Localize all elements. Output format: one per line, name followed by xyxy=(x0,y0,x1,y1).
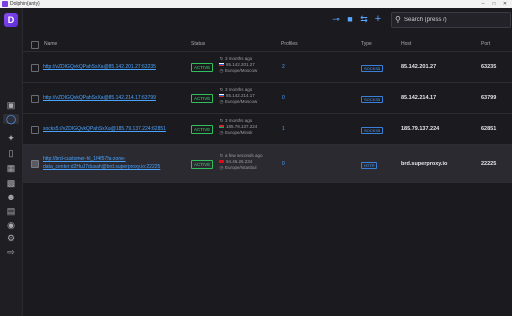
status-badge: ACTIVE xyxy=(191,94,214,103)
timezone: Europe/Istanbul xyxy=(225,165,257,170)
plus-icon[interactable]: + xyxy=(373,14,383,25)
col-status[interactable]: Status xyxy=(191,37,205,51)
automation-icon[interactable]: ✦ xyxy=(5,133,17,143)
clock-icon: ◷ xyxy=(219,165,224,170)
team-icon[interactable]: ☻ xyxy=(5,192,17,202)
timezone: Europe/Moscow xyxy=(225,68,258,73)
row-checkbox[interactable] xyxy=(31,64,39,72)
phone-icon[interactable]: ▯ xyxy=(5,148,17,158)
status-badge: ACTIVE xyxy=(191,63,214,72)
search-icon: ⚲ xyxy=(395,15,401,24)
clock-icon: ◷ xyxy=(219,130,224,135)
table-header: Name Status Profiles Type Host Port xyxy=(22,37,512,52)
status-details: ↻ 3 months ago 85.142.201.27 ◷ Europe/Mosc… xyxy=(219,56,257,74)
row-checkbox[interactable] xyxy=(31,126,39,134)
col-port[interactable]: Port xyxy=(481,37,490,51)
ip-address: 85.142.214.17 xyxy=(226,93,255,98)
port-value: 63235 xyxy=(481,64,497,70)
proxy-type-badge: SOCKS5 xyxy=(361,65,384,72)
table-row[interactable]: socks5://vZDIGQvkQPahSxXa@185.79.137.224… xyxy=(22,114,512,145)
col-profiles[interactable]: Profiles xyxy=(281,37,298,51)
checked-ago: 3 months ago xyxy=(225,118,253,123)
support-icon[interactable]: ◉ xyxy=(5,220,17,230)
timezone: Europe/Minsk xyxy=(225,130,253,135)
table-row[interactable]: http://brd-customer-hl_1f4f57fa-zone- da… xyxy=(22,145,512,183)
settings-icon[interactable]: ⚙ xyxy=(5,233,17,243)
profiles-count[interactable]: 0 xyxy=(282,95,285,101)
port-value: 22225 xyxy=(481,161,497,167)
ip-address: 94.46.26.234 xyxy=(226,159,253,164)
checked-ago: a few seconds ago xyxy=(225,153,263,158)
proxy-name-link[interactable]: socks5://vZDIGQvkQPahSxXa@185.79.137.224… xyxy=(43,126,166,132)
bookmarks-icon[interactable]: ▩ xyxy=(5,178,17,188)
flag-by-icon xyxy=(219,125,224,128)
flag-ru-icon xyxy=(219,63,224,66)
proxy-name-link[interactable]: http://vZDIGQvkQPahSxXa@85.142.214.17:63… xyxy=(43,95,156,101)
port-value: 63799 xyxy=(481,95,497,101)
status-badge: ACTIVE xyxy=(191,160,214,169)
profiles-count[interactable]: 2 xyxy=(282,64,285,70)
row-checkbox[interactable] xyxy=(31,95,39,103)
checked-ago: 3 months ago xyxy=(225,56,253,61)
col-type[interactable]: Type xyxy=(361,37,372,51)
clock-icon: ◷ xyxy=(219,68,224,73)
timezone: Europe/Moscow xyxy=(225,99,258,104)
title-bar: Dolphin{anty} – □ ✕ xyxy=(0,0,512,8)
browser-profiles-icon[interactable]: ▣ xyxy=(5,100,17,110)
search-box[interactable]: ⚲ xyxy=(391,12,511,28)
status-details: ↻ 3 months ago 85.142.214.17 ◷ Europe/Mosc… xyxy=(219,87,257,105)
logout-icon[interactable]: ⇨ xyxy=(5,247,17,257)
proxy-name-link-line1[interactable]: http://brd-customer-hl_1f4f57fa-zone- xyxy=(43,156,126,162)
proxy-name-link[interactable]: http://vZDIGQvkQPahSxXa@85.142.201.27:63… xyxy=(43,64,156,70)
app-icon xyxy=(2,1,8,7)
maximize-icon[interactable]: □ xyxy=(489,0,499,8)
profiles-count[interactable]: 0 xyxy=(282,161,285,167)
toolbar: ⊸ ■ ⇆ + ⚲ xyxy=(22,8,512,30)
sidebar: D ▣ ◯ ✦ ▯ ▦ ▩ ☻ ▤ ◉ ⚙ ⇨ xyxy=(0,8,23,316)
trash-icon[interactable]: ■ xyxy=(345,14,355,24)
host-value: brd.superproxy.io xyxy=(401,161,448,167)
col-name[interactable]: Name xyxy=(44,37,57,51)
select-all-checkbox[interactable] xyxy=(31,41,39,49)
status-badge: ACTIVE xyxy=(191,125,214,134)
host-value: 85.142.214.17 xyxy=(401,95,437,101)
status-details: ↻ 3 months ago 185.79.137.224 ◷ Europe/Min… xyxy=(219,118,257,136)
checked-ago: 3 months ago xyxy=(225,87,253,92)
table-row[interactable]: http://vZDIGQvkQPahSxXa@85.142.201.27:63… xyxy=(22,52,512,83)
proxy-type-badge: SOCKS5 xyxy=(361,96,384,103)
proxies-icon[interactable]: ◯ xyxy=(3,114,19,124)
port-value: 62851 xyxy=(481,126,497,132)
clock-icon: ◷ xyxy=(219,99,224,104)
row-checkbox[interactable] xyxy=(31,160,39,168)
share-icon[interactable]: ⊸ xyxy=(331,14,341,24)
search-input[interactable] xyxy=(404,14,504,25)
swap-icon[interactable]: ⇆ xyxy=(359,14,369,24)
host-value: 85.142.201.27 xyxy=(401,64,437,70)
flag-tr-icon xyxy=(219,160,224,163)
ip-address: 85.142.201.27 xyxy=(226,62,255,67)
ip-address: 185.79.137.224 xyxy=(226,124,258,129)
host-value: 185.79.137.224 xyxy=(401,126,440,132)
profiles-count[interactable]: 1 xyxy=(282,126,285,132)
proxy-name-link-line2[interactable]: data_center:d2HuJ7dusah@brd.superproxy.i… xyxy=(43,164,160,170)
window-title: Dolphin{anty} xyxy=(10,1,40,7)
status-details: ↻ a few seconds ago 94.46.26.234 ◷ Europe/… xyxy=(219,153,263,171)
col-host[interactable]: Host xyxy=(401,37,411,51)
close-icon[interactable]: ✕ xyxy=(500,0,510,8)
table-row[interactable]: http://vZDIGQvkQPahSxXa@85.142.214.17:63… xyxy=(22,83,512,114)
api-icon[interactable]: ▤ xyxy=(5,206,17,216)
proxy-type-badge: HTTP xyxy=(361,162,378,169)
main-panel: ⊸ ■ ⇆ + ⚲ Name Status Profiles Type Host… xyxy=(22,8,512,316)
flag-ru-icon xyxy=(219,94,224,97)
proxy-type-badge: SOCKS5 xyxy=(361,127,384,134)
dolphin-logo[interactable]: D xyxy=(4,13,18,27)
minimize-icon[interactable]: – xyxy=(478,0,488,8)
extensions-icon[interactable]: ▦ xyxy=(5,163,17,173)
